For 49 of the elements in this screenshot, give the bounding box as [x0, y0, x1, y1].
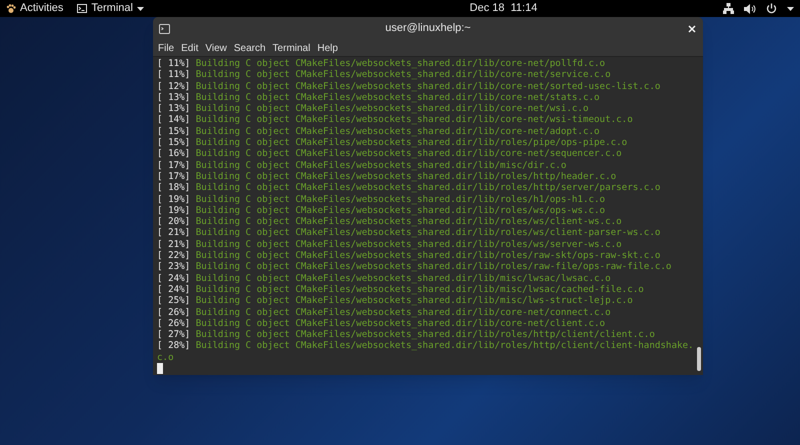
- window-title: user@linuxhelp:~: [384, 21, 472, 36]
- build-output-line: [ 26%] Building C object CMakeFiles/websockets_shared.dir/lib/core-net/connect.c.o: [157, 306, 612, 318]
- terminal-icon: [77, 4, 88, 13]
- build-output-line: [ 19%] Building C object CMakeFiles/websockets_shared.dir/lib/roles/ws/ops-ws.c.o: [157, 204, 606, 216]
- build-output-line: [ 24%] Building C object CMakeFiles/websockets_shared.dir/lib/misc/lwsac/cached-file.c.o: [157, 284, 645, 296]
- build-output-line: [ 15%] Building C object CMakeFiles/websockets_shared.dir/lib/core-net/adopt.c.o: [157, 126, 601, 138]
- build-output-line: [ 21%] Building C object CMakeFiles/websockets_shared.dir/lib/roles/ws/server-ws.c.o: [157, 238, 623, 250]
- build-output-line: [ 17%] Building C object CMakeFiles/websockets_shared.dir/lib/misc/dir.c.o: [157, 160, 568, 171]
- menu-item[interactable]: Help: [314, 40, 341, 56]
- build-output-line: [ 13%] Building C object CMakeFiles/websockets_shared.dir/lib/core-net/wsi.c.o: [157, 103, 590, 114]
- build-output-line: [ 27%] Building C object CMakeFiles/websockets_shared.dir/lib/roles/http/client/client.c.o: [157, 329, 656, 340]
- volume-icon[interactable]: [744, 4, 756, 14]
- close-icon[interactable]: [686, 23, 697, 34]
- build-output-line: [ 17%] Building C object CMakeFiles/websockets_shared.dir/lib/roles/http/header.c.o: [157, 170, 618, 182]
- paw-icon: [6, 4, 16, 14]
- caret-icon[interactable]: [786, 6, 794, 10]
- build-output-line: [ 18%] Building C object CMakeFiles/websockets_shared.dir/lib/roles/http/server/parsers.c.o: [157, 182, 662, 194]
- build-output-line: [ 24%] Building C object CMakeFiles/websockets_shared.dir/lib/misc/lwsac/lwsac.c.o: [157, 272, 612, 284]
- menu-item[interactable]: Terminal: [270, 40, 314, 56]
- build-output-line: [ 22%] Building C object CMakeFiles/websockets_shared.dir/lib/roles/raw-skt/ops-raw-skt.c.o: [157, 250, 662, 262]
- build-output-line: [ 23%] Building C object CMakeFiles/websockets_shared.dir/lib/roles/raw-file/ops-raw-file.c.o: [157, 261, 672, 273]
- build-output-line: [ 15%] Building C object CMakeFiles/websockets_shared.dir/lib/roles/pipe/ops-pipe.c.o: [157, 137, 628, 148]
- build-output-line: [ 19%] Building C object CMakeFiles/websockets_shared.dir/lib/roles/h1/ops-h1.c.o: [157, 194, 606, 205]
- terminal-icon: [159, 24, 170, 34]
- caret-icon: [136, 6, 144, 10]
- network-icon[interactable]: [722, 3, 734, 14]
- build-output-line: [ 14%] Building C object CMakeFiles/websockets_shared.dir/lib/core-net/wsi-timeout.c.o: [157, 114, 634, 126]
- menu-item[interactable]: View: [202, 40, 230, 56]
- build-output-line: [ 26%] Building C object CMakeFiles/websockets_shared.dir/lib/core-net/client.c.o: [157, 318, 606, 330]
- build-output-line: [ 12%] Building C object CMakeFiles/websockets_shared.dir/lib/core-net/sorted-usec-list.c.o: [157, 80, 662, 92]
- build-output-line: [ 13%] Building C object CMakeFiles/websockets_shared.dir/lib/core-net/stats.c.o: [157, 92, 601, 104]
- menu-item[interactable]: Edit: [178, 40, 202, 56]
- build-output-line: [ 20%] Building C object CMakeFiles/websockets_shared.dir/lib/roles/ws/client-ws.c.o: [157, 216, 623, 228]
- build-output-line: [ 16%] Building C object CMakeFiles/websockets_shared.dir/lib/core-net/sequencer.c.o: [157, 148, 623, 160]
- build-output-line: [ 25%] Building C object CMakeFiles/websockets_shared.dir/lib/misc/lws-struct-lejp.c.o: [157, 295, 634, 307]
- activities-button[interactable]: Activities: [6, 0, 64, 17]
- app-name: Terminal: [91, 1, 133, 16]
- scrollbar-thumb[interactable]: [697, 347, 701, 371]
- build-output-line: [ 28%] Building C object CMakeFiles/websockets_shared.dir/lib/roles/http/client/client-handshake.c.o: [157, 340, 695, 364]
- build-output-line: [ 21%] Building C object CMakeFiles/websockets_shared.dir/lib/roles/ws/client-parser-ws.c.o: [157, 227, 662, 239]
- build-output-line: [ 11%] Building C object CMakeFiles/websockets_shared.dir/lib/core-net/service.c.o: [157, 69, 612, 81]
- build-output-line: [ 11%] Building C object CMakeFiles/websockets_shared.dir/lib/core-net/pollfd.c.o: [157, 58, 606, 70]
- power-icon[interactable]: [766, 3, 777, 14]
- text-cursor: [157, 363, 163, 374]
- menu-item[interactable]: Search: [230, 40, 269, 56]
- menu-item[interactable]: File: [155, 40, 178, 56]
- activities-label: Activities: [20, 1, 64, 16]
- app-menu[interactable]: Terminal: [77, 0, 144, 17]
- clock[interactable]: Dec 18 11:14: [470, 0, 538, 17]
